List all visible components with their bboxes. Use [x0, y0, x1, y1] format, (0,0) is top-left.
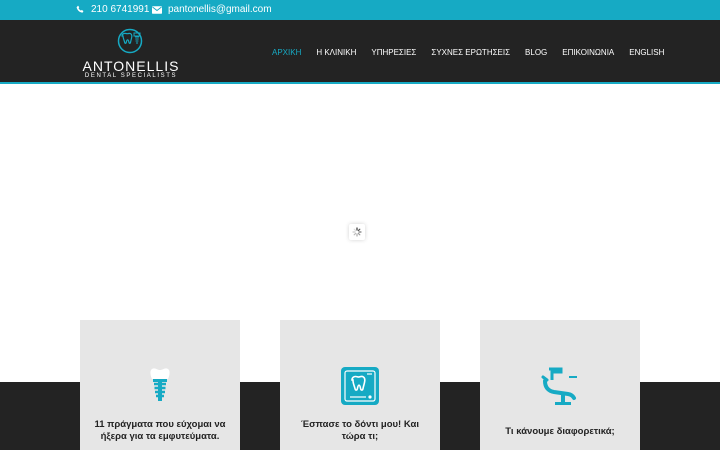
brand-tagline: DENTAL SPECIALISTS — [84, 73, 178, 79]
article-card-broken-tooth[interactable]: Έσπασε το δόντι μου! Και τώρα τι; — [280, 320, 440, 450]
dental-chair-icon — [538, 364, 582, 408]
nav-faq[interactable]: ΣΥΧΝΕΣ ΕΡΩΤΗΣΕΙΣ — [431, 48, 510, 57]
card-title[interactable]: 11 πράγματα που εύχομαι να ήξερα για τα … — [90, 419, 230, 443]
site-header: ANTONELLIS DENTAL SPECIALISTS ΑΡΧΙΚΗ Η Κ… — [0, 20, 720, 84]
card-title[interactable]: Τι κάνουμε διαφορετικά; — [490, 426, 630, 438]
article-card-difference[interactable]: Τι κάνουμε διαφορετικά; — [480, 320, 640, 450]
phone-number: 210 6741991 — [91, 4, 150, 15]
loading-spinner-icon — [349, 224, 365, 240]
card-title[interactable]: Έσπασε το δόντι μου! Και τώρα τι; — [290, 419, 430, 443]
nav-clinic[interactable]: Η ΚΛΙΝΙΚΗ — [316, 48, 356, 57]
envelope-icon — [152, 5, 162, 14]
nav-home[interactable]: ΑΡΧΙΚΗ — [272, 48, 301, 57]
brand-name: ANTONELLIS — [82, 58, 180, 74]
article-card-implants[interactable]: 11 πράγματα που εύχομαι να ήξερα για τα … — [80, 320, 240, 450]
top-contact-bar: 210 6741991 pantonellis@gmail.com — [0, 0, 720, 20]
tooth-xray-icon — [338, 364, 382, 408]
nav-blog[interactable]: BLOG — [525, 48, 547, 57]
tooth-implant-logo-icon — [106, 28, 154, 54]
nav-services[interactable]: ΥΠΗΡΕΣΙΕΣ — [371, 48, 416, 57]
email-address: pantonellis@gmail.com — [168, 4, 272, 15]
site-logo[interactable]: ANTONELLIS DENTAL SPECIALISTS — [74, 28, 194, 80]
phone-contact[interactable]: 210 6741991 — [76, 4, 149, 15]
nav-english[interactable]: ENGLISH — [629, 48, 664, 57]
email-contact[interactable]: pantonellis@gmail.com — [152, 4, 272, 15]
main-navigation: ΑΡΧΙΚΗ Η ΚΛΙΝΙΚΗ ΥΠΗΡΕΣΙΕΣ ΣΥΧΝΕΣ ΕΡΩΤΗΣ… — [272, 48, 664, 57]
phone-icon — [76, 5, 85, 14]
nav-contact[interactable]: ΕΠΙΚΟΙΝΩΝΙΑ — [562, 48, 614, 57]
dental-implant-icon — [138, 364, 182, 408]
